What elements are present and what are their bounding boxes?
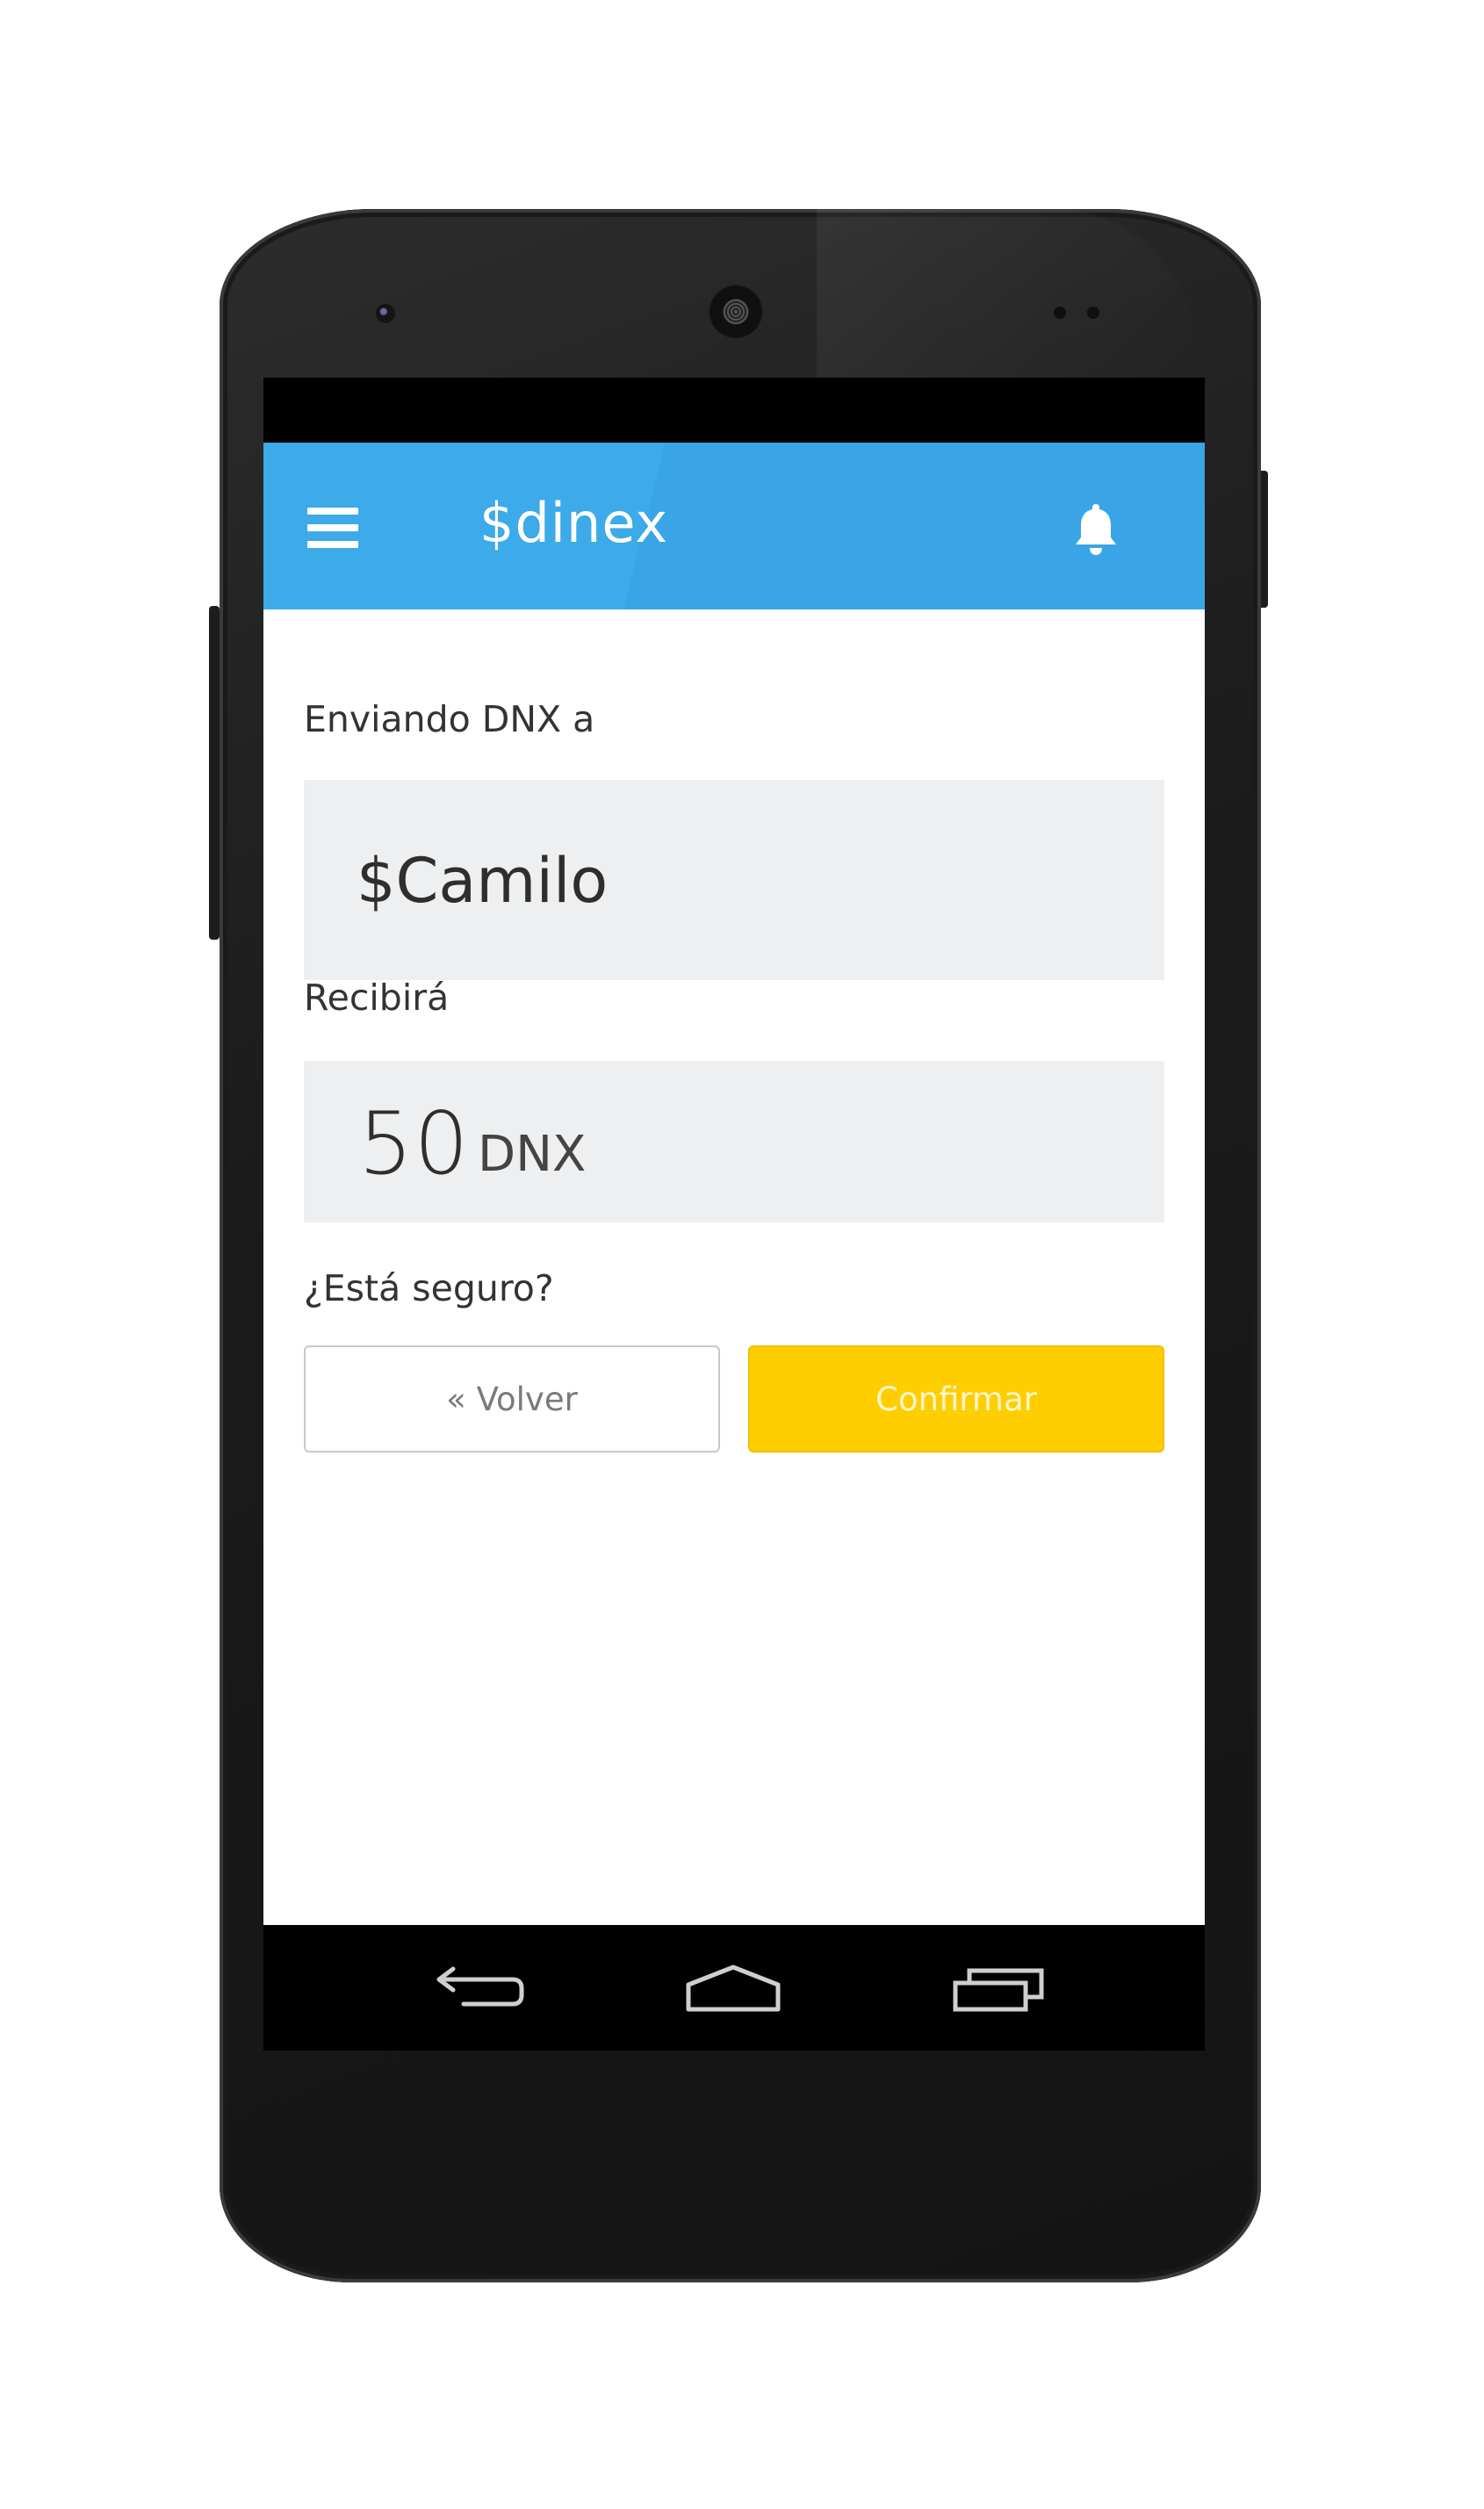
status-bar [263, 378, 1205, 443]
amount-field: 50 DNX [304, 1061, 1164, 1222]
amount-unit: DNX [478, 1126, 587, 1183]
earpiece-speaker [710, 285, 762, 338]
sending-label: Enviando DNX a [304, 698, 595, 740]
send-confirmation-panel: Enviando DNX a $Camilo Recibirá 50 DNX ¿… [263, 609, 1205, 1925]
light-sensor [1087, 306, 1099, 319]
app-title: $dinex [479, 491, 669, 555]
android-home-icon[interactable] [685, 1962, 782, 2015]
android-navigation-bar [263, 1925, 1205, 2051]
receive-label: Recibirá [304, 977, 450, 1019]
confirm-button[interactable]: Confirmar [748, 1345, 1164, 1453]
android-back-icon[interactable] [429, 1962, 525, 2015]
recipient-value: $Camilo [357, 845, 609, 917]
confirm-question: ¿Está seguro? [304, 1267, 554, 1309]
android-recent-apps-icon[interactable] [950, 1962, 1047, 2015]
volume-button [209, 606, 220, 940]
recipient-field: $Camilo [304, 780, 1164, 980]
hamburger-menu-icon[interactable] [307, 508, 358, 548]
bell-icon[interactable] [1071, 501, 1120, 557]
back-button[interactable]: « Volver [304, 1345, 720, 1453]
amount-value: 50 [358, 1094, 470, 1194]
front-sensor [376, 304, 395, 323]
app-bar: $dinex [263, 443, 1205, 609]
phone-screen: $dinex Enviando DNX a $Camilo Recibirá 5… [263, 378, 1205, 2051]
proximity-sensor [1054, 306, 1066, 319]
